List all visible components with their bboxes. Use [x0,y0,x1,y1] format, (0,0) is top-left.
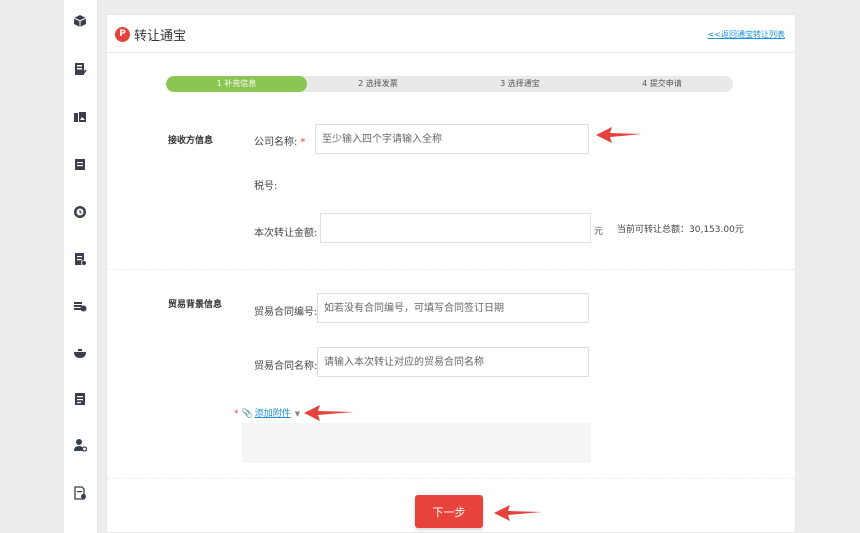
sidebar [64,0,98,533]
attachment-required-mark: * [234,409,239,419]
contract-number-input[interactable] [317,293,589,323]
step-progress-bar: 1 补充信息 2 选择发票 3 选择通宝 4 提交申请 [166,76,733,92]
step-3: 3 选择通宝 [500,79,540,88]
document-check-icon[interactable] [73,62,87,76]
contract-name-label: 贸易合同名称:* [254,361,325,372]
bowl-icon[interactable] [73,346,87,360]
step-1: 1 补充信息 [166,76,307,92]
contract-name-input[interactable] [317,347,589,377]
step-2: 2 选择发票 [358,79,398,88]
transfer-form-panel: P 转让通宝 <<返回通宝转让列表 1 补充信息 2 选择发票 3 选择通宝 4… [106,14,796,533]
amount-unit: 元 [594,227,604,237]
paperclip-icon: 📎 [241,409,253,419]
clock-icon[interactable] [73,205,87,219]
footer-divider [107,478,795,479]
annotation-arrow-icon [304,405,354,421]
transfer-amount-label: 本次转让金额:* [254,228,325,239]
next-step-button[interactable]: 下一步 [415,495,483,528]
attachment-upload-area[interactable] [242,423,591,463]
company-name-label: 公司名称: * [254,137,306,148]
coins-icon[interactable] [73,299,87,313]
annotation-arrow-icon [494,505,542,521]
company-name-input[interactable] [315,124,589,154]
clipboard-icon[interactable] [73,157,87,171]
caret-down-icon[interactable]: ▼ [295,410,300,418]
section-divider [107,269,795,270]
brand-logo: P [115,27,130,42]
report-icon[interactable] [73,252,87,266]
cube-icon[interactable] [73,14,87,28]
user-settings-icon[interactable] [73,438,87,452]
add-attachment: * 📎 添加附件 ▼ [234,406,300,419]
image-icon[interactable] [73,110,87,124]
back-to-list-link[interactable]: <<返回通宝转让列表 [708,29,785,40]
add-attachment-link[interactable]: 添加附件 [255,409,291,419]
file-settings-icon[interactable] [73,486,87,500]
receiver-section-title: 接收方信息 [168,136,214,146]
available-total-text: 当前可转让总额：30,153.00元 [617,225,744,235]
trade-section-title: 贸易背景信息 [168,300,223,310]
book-icon[interactable] [73,392,87,406]
contract-number-label: 贸易合同编号:* [254,307,325,318]
transfer-amount-input[interactable] [320,213,591,243]
annotation-arrow-icon [596,127,642,143]
tax-id-label: 税号: [254,181,278,192]
panel-header: P 转让通宝 <<返回通宝转让列表 [107,15,795,53]
page-title: 转让通宝 [134,29,187,44]
step-4: 4 提交申请 [642,79,682,88]
